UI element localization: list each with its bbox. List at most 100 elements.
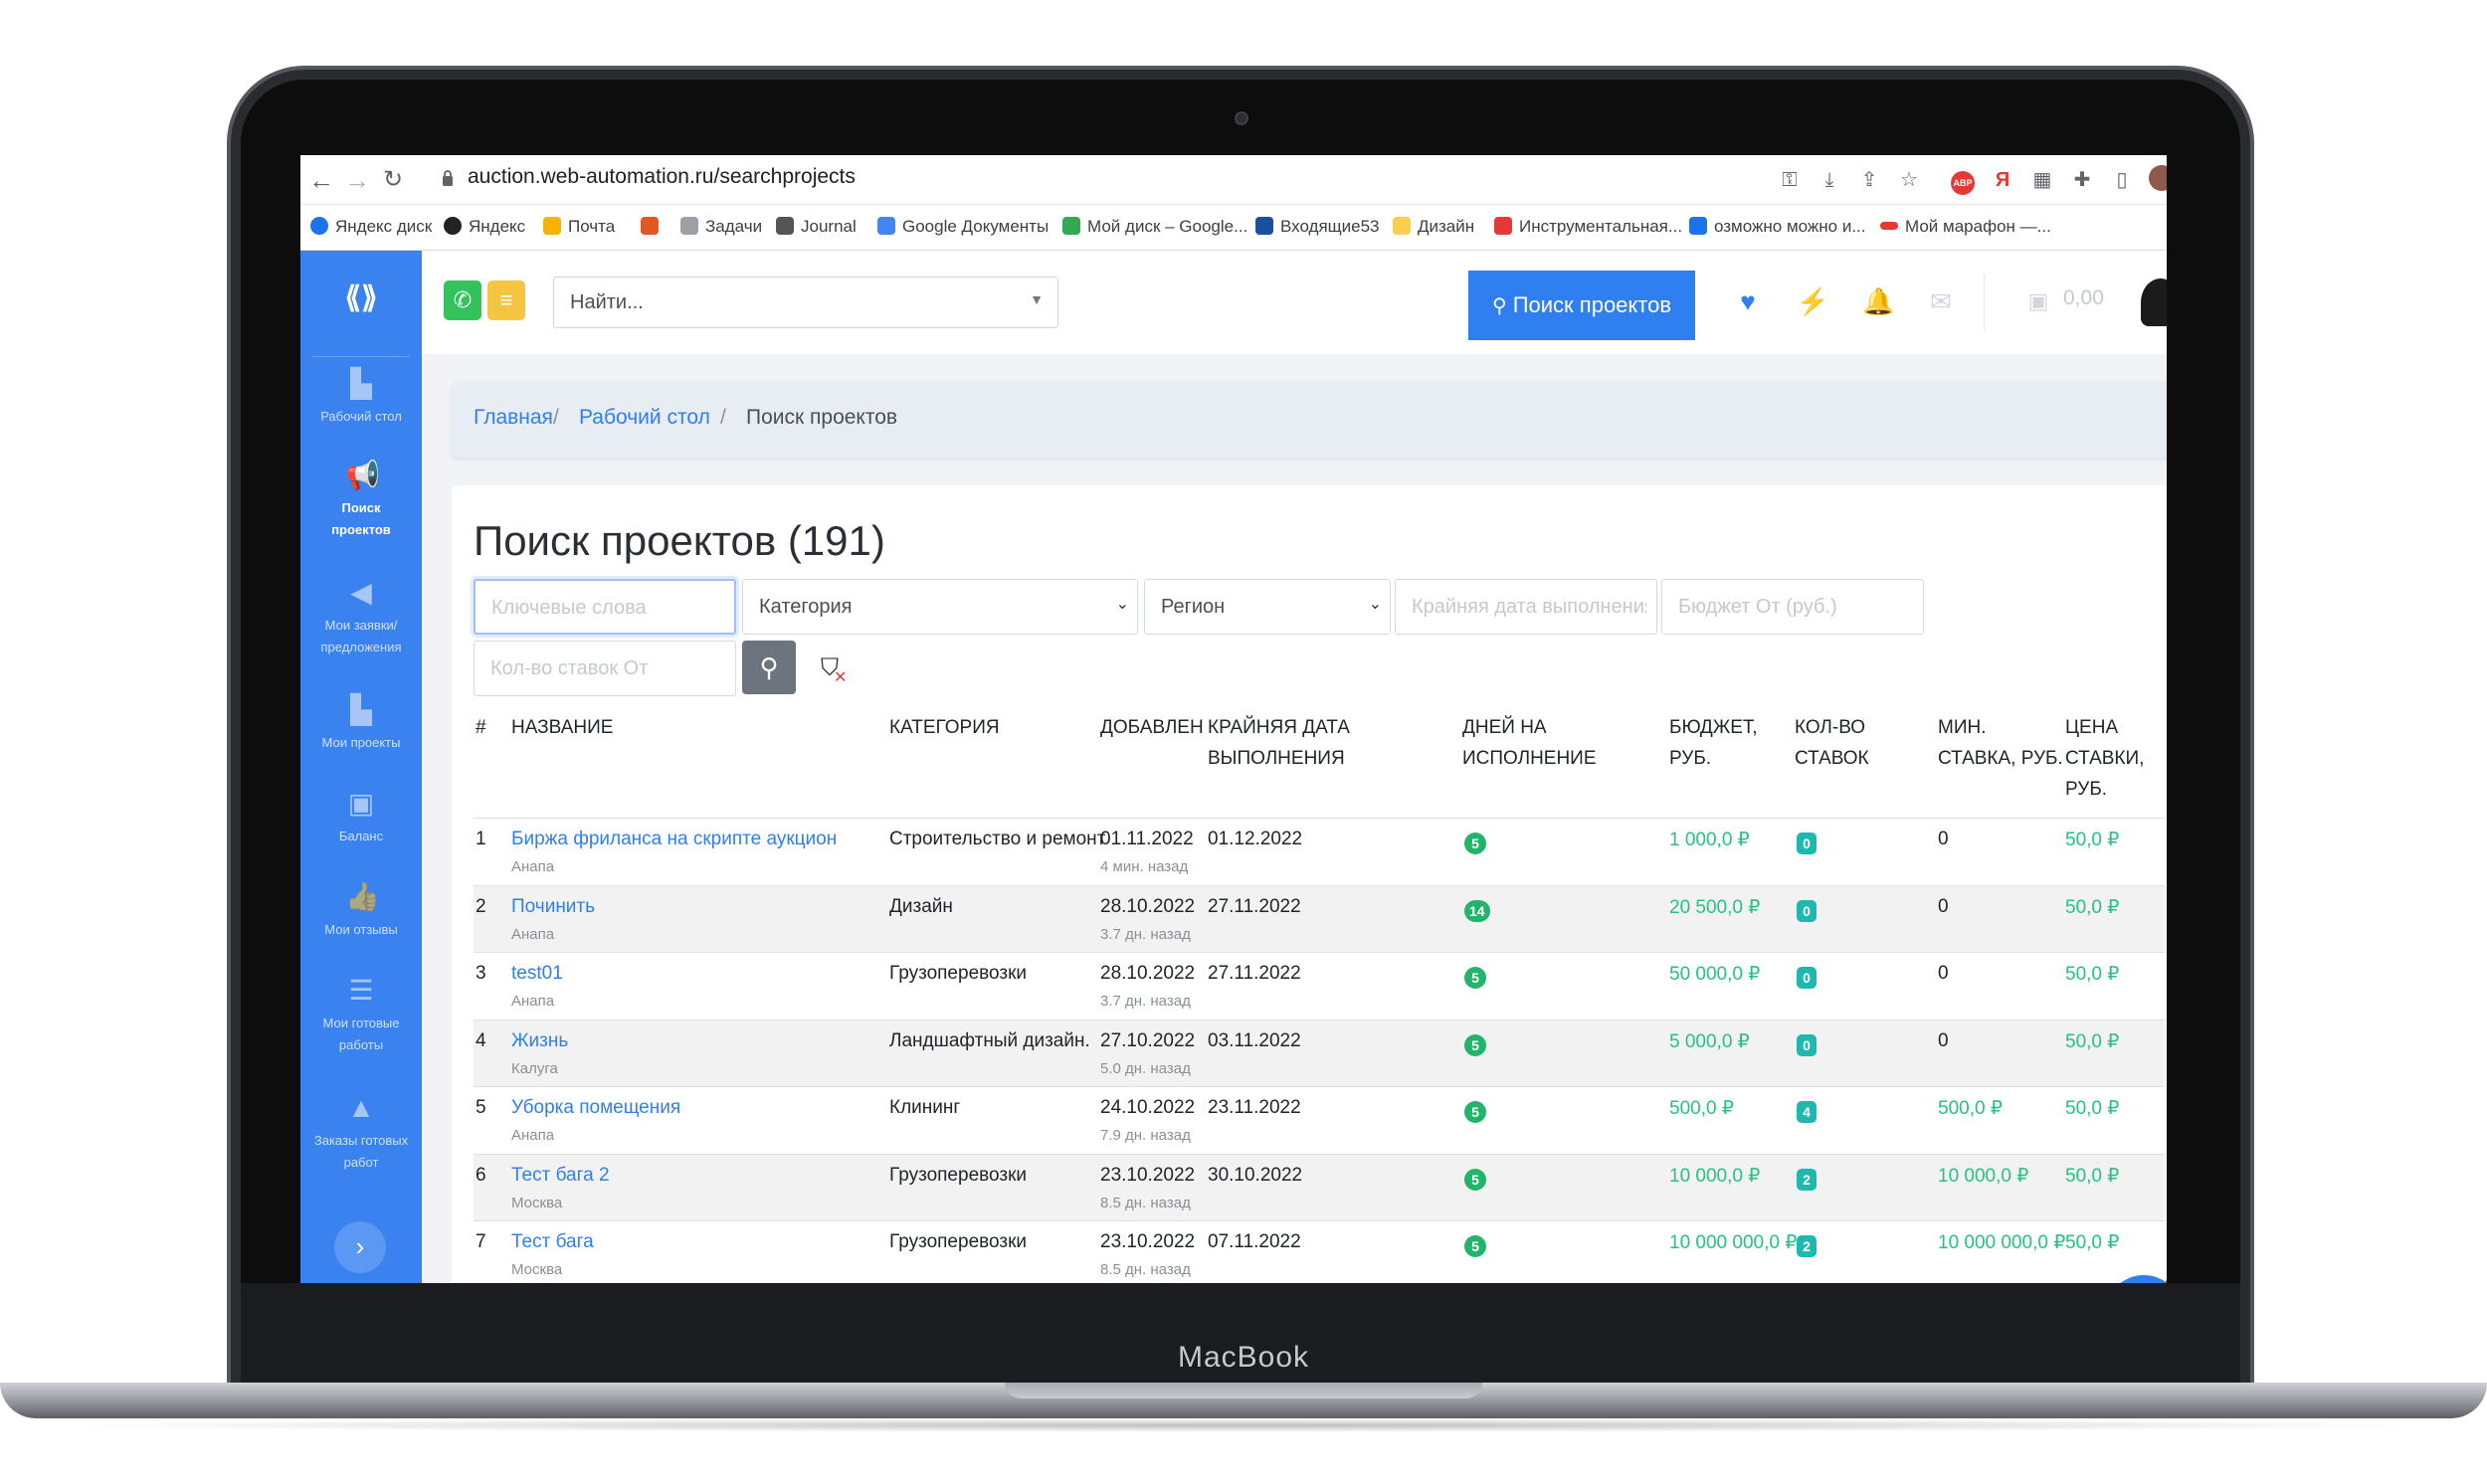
project-added-date: 28.10.2022 [1100, 963, 1196, 984]
breadcrumb-home[interactable]: Главная [474, 406, 553, 430]
bids-badge: 0 [1797, 899, 1817, 922]
search-projects-button[interactable]: ⚲ Поиск проектов [1468, 271, 1695, 340]
install-icon[interactable]: ⤓ [1815, 165, 1844, 195]
url-bar[interactable]: auction.web-automation.ru/searchprojects [468, 165, 856, 189]
forward-icon[interactable]: → [340, 163, 374, 197]
project-name-link[interactable]: Биржа фриланса на скрипте аукцион [511, 829, 837, 850]
sidebar-item-desk[interactable]: ▙ Рабочий стол [300, 368, 422, 428]
bookmark-item[interactable] [641, 217, 666, 241]
filter-search-button[interactable]: ⚲ [742, 641, 796, 694]
phone-button[interactable]: ✆ [444, 280, 481, 320]
lightning-icon[interactable]: ⚡ [1797, 286, 1828, 316]
bookmark-item[interactable]: Дизайн [1393, 217, 1474, 241]
bookmark-item[interactable]: Мой диск – Google... [1062, 217, 1247, 241]
avatar[interactable] [2141, 278, 2167, 326]
sidebar-item-balance[interactable]: ▣ Баланс [300, 788, 422, 847]
sidebar-item-label: Мои отзывы [324, 922, 398, 937]
row-number: 6 [476, 1164, 486, 1186]
envelope-icon[interactable]: ✉ [1926, 286, 1956, 316]
chevron-down-icon: ⌄ [1368, 596, 1382, 613]
breadcrumb-desk[interactable]: Рабочий стол [579, 406, 710, 430]
project-min-bid: 10 000 000,0 ₽ [1938, 1232, 2066, 1253]
table-row[interactable]: 3 test01 Грузоперевозки 28.10.2022 27.11.202… [474, 952, 2165, 1019]
region-select[interactable]: Регион ⌄ [1144, 579, 1391, 635]
budget-from-input[interactable]: Бюджет От (руб.) [1661, 579, 1924, 635]
project-budget: 1 000,0 ₽ [1669, 830, 1750, 850]
deadline-input[interactable]: Крайняя дата выполнения [1395, 579, 1657, 635]
sidebar-item-search-projects[interactable]: 📢 Поиск проектов [300, 460, 422, 541]
search-icon: ⚲ [1491, 295, 1507, 317]
project-name-link[interactable]: Тест бага 2 [511, 1165, 610, 1187]
heart-icon[interactable]: ♥ [1733, 286, 1763, 316]
sidebar-item-my-bids[interactable]: ◀ Мои заявки/ предложения [300, 577, 422, 658]
key-icon[interactable]: ⚿ [1775, 165, 1805, 195]
project-name-link[interactable]: test01 [511, 963, 563, 985]
notes-button[interactable]: ≡ [487, 280, 525, 320]
bell-icon[interactable]: 🔔 [1862, 286, 1894, 316]
table-row[interactable]: 6 Тест бага 2 Грузоперевозки 23.10.2022 30.1… [474, 1153, 2165, 1220]
keywords-input[interactable]: Ключевые слова [474, 579, 736, 635]
money-icon: ▣ [347, 788, 375, 819]
bids-badge: 0 [1797, 833, 1817, 854]
days-badge: 5 [1464, 833, 1486, 854]
screen: ← → ↻ auction.web-automation.ru/searchpr… [300, 155, 2167, 1283]
table-row[interactable]: 2 Починить Дизайн 28.10.2022 27.11.2022 20 50… [474, 884, 2165, 952]
col-header-category: КАТЕГОРИЯ [889, 717, 1000, 738]
bookmark-item[interactable]: Почта [543, 217, 615, 241]
project-name-link[interactable]: Тест бага [511, 1231, 594, 1253]
project-name-link[interactable]: Жизнь [511, 1030, 568, 1052]
bookmark-item[interactable]: озможно можно и... [1689, 217, 1866, 241]
adblock-icon[interactable]: ABP [1948, 165, 1978, 195]
bookmark-item[interactable]: Задачи [680, 217, 762, 241]
bookmark-item[interactable]: Мой марафон —... [1880, 217, 2051, 241]
project-name-link[interactable]: Починить [511, 896, 595, 918]
project-category: Ландшафтный дизайн. [889, 1029, 1090, 1051]
yandex-browser-icon [444, 217, 462, 235]
bookmark-item[interactable]: Journal [776, 217, 857, 241]
project-bid-price: 50,0 ₽ [2065, 1030, 2120, 1052]
handshake-logo-icon[interactable]: ⟪⟫ [335, 280, 387, 314]
sidebar-expand-button[interactable]: › [334, 1221, 386, 1273]
project-name-link[interactable]: Уборка помещения [511, 1097, 680, 1119]
puzzle-icon[interactable]: ✚ [2067, 165, 2097, 195]
project-added-ago: 4 мин. назад [1100, 858, 1189, 875]
extension-icon[interactable]: ▦ [2027, 165, 2057, 195]
docs-icon [877, 217, 895, 235]
global-search-select[interactable]: Найти... ▼ [553, 277, 1058, 328]
sidepanel-icon[interactable]: ▯ [2107, 165, 2137, 195]
col-header-bids: КОЛ-ВО СТАВОК [1795, 717, 1869, 769]
project-category: Строительство и ремонт [889, 829, 1106, 849]
project-deadline: 27.11.2022 [1208, 895, 1301, 917]
bookmark-item[interactable]: Инструментальная... [1494, 217, 1682, 241]
sidebar-item-my-projects[interactable]: ▙ Мои проекты [300, 694, 422, 754]
bids-from-input[interactable]: Кол-во ставок От [474, 641, 736, 696]
days-badge: 5 [1464, 1033, 1486, 1056]
table-row[interactable]: 5 Уборка помещения Клининг 24.10.2022 23.11.… [474, 1086, 2165, 1153]
table-row[interactable]: 4 Жизнь Ландшафтный дизайн. 27.10.2022 03.11… [474, 1019, 2165, 1086]
clear-filters-button[interactable]: ⛉ ✕ [810, 649, 850, 688]
back-icon[interactable]: ← [304, 163, 338, 197]
laptop-mockup: MacBook ← → ↻ auction.web-automation.ru/… [0, 0, 2487, 1484]
col-header-bid-price: ЦЕНА СТАВКИ, РУБ. [2065, 717, 2145, 800]
project-min-bid: 0 [1938, 963, 1949, 984]
yandex-icon[interactable]: Я [1988, 165, 2017, 195]
share-icon[interactable]: ⇪ [1854, 165, 1884, 195]
bookmark-item[interactable]: Яндекс [444, 217, 525, 241]
table-row[interactable]: 7 Тест бага Грузоперевозки 23.10.2022 07.11.… [474, 1220, 2165, 1283]
project-deadline: 30.10.2022 [1208, 1164, 1303, 1186]
category-select[interactable]: Категория ⌄ [742, 579, 1138, 635]
star-icon[interactable]: ☆ [1894, 165, 1924, 195]
profile-icon[interactable] [2147, 165, 2167, 195]
table-row[interactable]: 1 Биржа фриланса на скрипте аукцион Строит… [474, 818, 2165, 884]
sidebar-item-ready-orders[interactable]: ▲ Заказы готовых работ [300, 1092, 422, 1174]
row-number: 4 [476, 1029, 486, 1051]
bookmark-item[interactable]: Входящие53 [1255, 217, 1380, 241]
days-badge: 5 [1464, 1235, 1486, 1257]
bookmark-item[interactable]: Яндекс диск [310, 217, 432, 241]
phone-icon: ✆ [453, 287, 473, 312]
sidebar-item-ready-works[interactable]: ☰ Мои готовые работы [300, 975, 422, 1056]
bookmark-item[interactable]: Google Документы [877, 217, 1049, 241]
project-added-date: 23.10.2022 [1100, 1164, 1196, 1186]
sidebar-item-reviews[interactable]: 👍 Мои отзывы [300, 881, 422, 941]
reload-icon[interactable]: ↻ [376, 163, 410, 197]
